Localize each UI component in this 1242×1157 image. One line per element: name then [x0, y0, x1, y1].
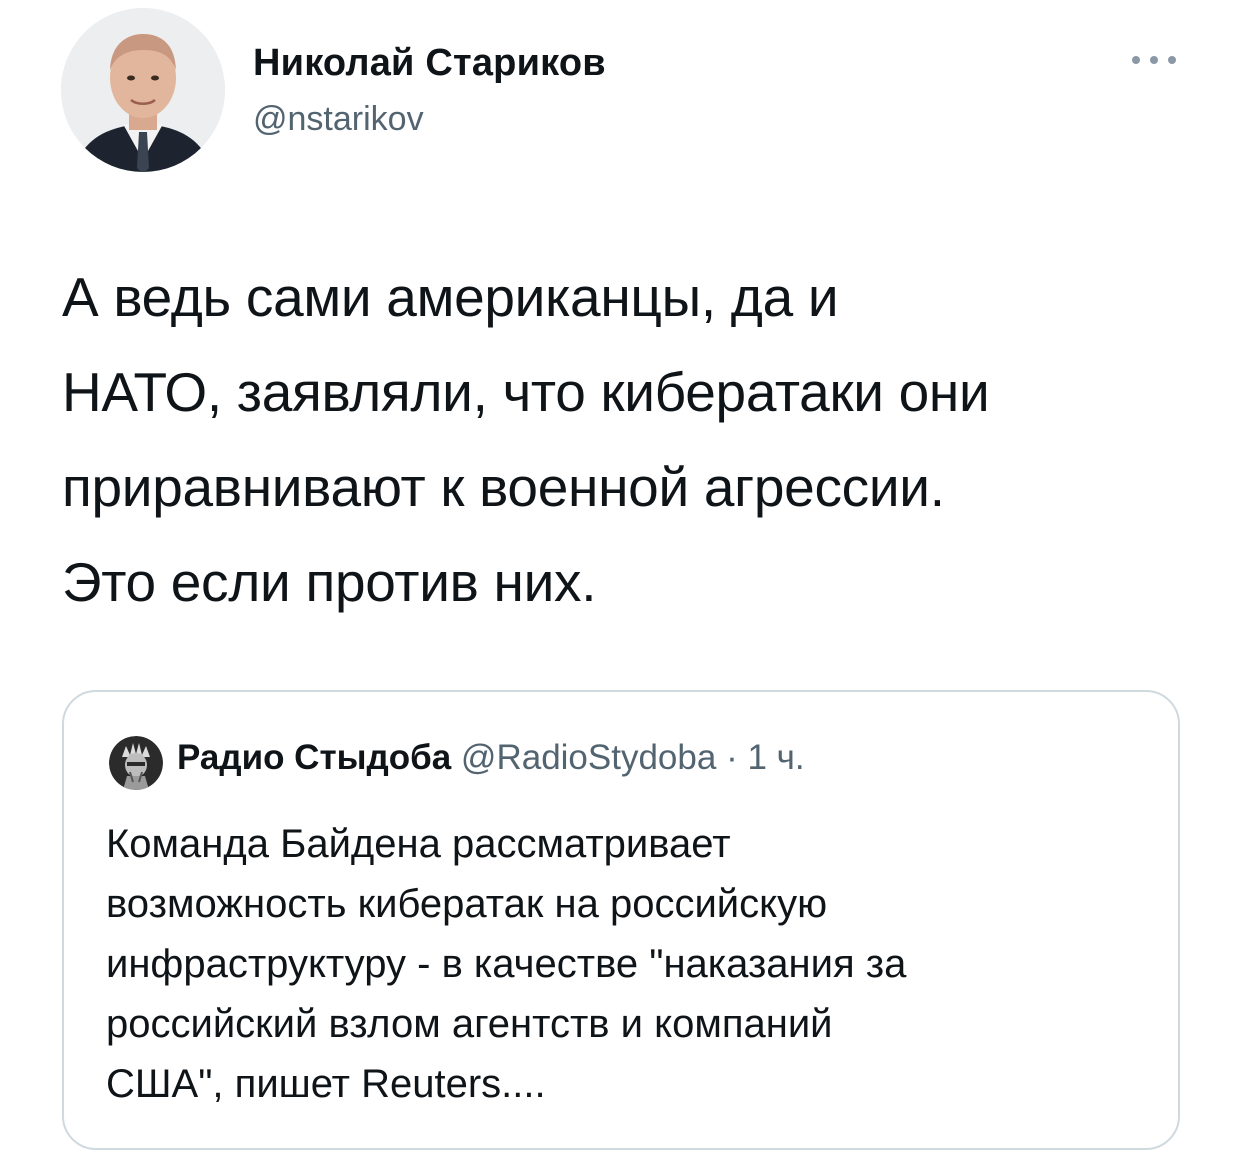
- quote-meta: Радио Стыдоба @RadioStydoba · 1 ч.: [177, 738, 805, 778]
- tweet: Николай Стариков @nstarikov А ведь сами …: [0, 0, 1242, 1157]
- quote-text-line: возможность кибератак на российскую: [106, 882, 828, 926]
- person-portrait-icon: [61, 8, 225, 172]
- tweet-text: А ведь сами американцы, да и НАТО, заявл…: [62, 250, 1212, 630]
- more-horizontal-icon[interactable]: [1128, 50, 1180, 70]
- tweet-text-line: НАТО, заявляли, что кибератаки они: [62, 361, 990, 423]
- tweet-text-line: приравнивают к военной агрессии.: [62, 456, 945, 518]
- quote-text-line: Команда Байдена рассматривает: [106, 822, 731, 866]
- meta-separator: ·: [716, 738, 748, 777]
- quote-text: Команда Байдена рассматривает возможност…: [106, 814, 1156, 1114]
- statue-of-liberty-icon: [109, 736, 163, 790]
- quote-author-handle[interactable]: @RadioStydoba: [461, 738, 716, 777]
- author-handle[interactable]: @nstarikov: [253, 100, 424, 139]
- quote-text-line: инфраструктуру - в качестве "наказания з…: [106, 942, 907, 986]
- quote-author-avatar[interactable]: [109, 736, 163, 790]
- quoted-tweet-card[interactable]: Радио Стыдоба @RadioStydoba · 1 ч. Коман…: [62, 690, 1180, 1150]
- author-name[interactable]: Николай Стариков: [253, 42, 606, 85]
- author-avatar[interactable]: [61, 8, 225, 172]
- quote-text-line: США", пишет Reuters....: [106, 1062, 546, 1106]
- tweet-text-line: Это если против них.: [62, 551, 597, 613]
- quote-text-line: российский взлом агентств и компаний: [106, 1002, 833, 1046]
- quote-author-name[interactable]: Радио Стыдоба: [177, 738, 451, 777]
- quote-timestamp[interactable]: 1 ч.: [747, 738, 804, 777]
- tweet-text-line: А ведь сами американцы, да и: [62, 266, 839, 328]
